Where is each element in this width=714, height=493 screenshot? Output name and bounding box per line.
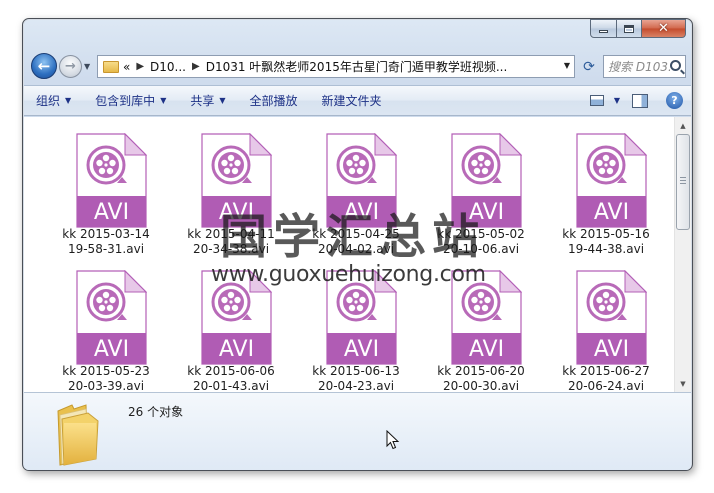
- forward-button[interactable]: →: [59, 55, 82, 78]
- file-name-line2: 19-44-38.avi: [567, 242, 645, 256]
- object-count: 26 个对象: [128, 405, 184, 419]
- help-icon[interactable]: ?: [666, 92, 683, 109]
- search-input[interactable]: 搜索 D103...: [608, 58, 670, 75]
- file-name-line1: kk 2015-06-13: [312, 364, 400, 378]
- vertical-scrollbar[interactable]: ▲ ▼: [674, 117, 691, 392]
- back-button[interactable]: ←: [31, 53, 57, 79]
- file-name-line1: kk 2015-06-06: [187, 364, 275, 378]
- folder-icon: [103, 60, 119, 73]
- file-name-line1: kk 2015-06-20: [437, 364, 525, 378]
- avi-badge-label: AVI: [94, 337, 129, 362]
- breadcrumb-separator-icon[interactable]: ▶: [192, 61, 200, 72]
- file-item[interactable]: AVI kk 2015-06-13 20-04-23.avi: [301, 270, 400, 400]
- file-name-line1: kk 2015-05-23: [62, 364, 150, 378]
- watermark-title: 国学汇总站: [220, 210, 485, 265]
- file-name-line2: 19-58-31.avi: [67, 242, 145, 256]
- file-name-line1: kk 2015-03-14: [62, 227, 150, 241]
- file-name: kk 2015-05-16 19-44-38.avi: [551, 227, 661, 257]
- command-5[interactable]: 新建文件夹: [310, 86, 394, 115]
- file-name: kk 2015-05-23 20-03-39.avi: [51, 364, 161, 394]
- minimize-icon: [599, 30, 608, 33]
- search-box[interactable]: 搜索 D103...: [603, 55, 686, 78]
- close-button[interactable]: ✕: [642, 19, 686, 38]
- file-name: kk 2015-06-06 20-01-43.avi: [176, 364, 286, 394]
- command-label: 全部播放: [249, 94, 298, 108]
- change-view-icon[interactable]: [589, 95, 604, 106]
- view-options-dropdown-icon[interactable]: ▼: [614, 96, 620, 105]
- breadcrumb-parent[interactable]: D10...: [150, 60, 186, 74]
- mouse-cursor-icon: [386, 430, 400, 450]
- file-name: kk 2015-06-27 20-06-24.avi: [551, 364, 661, 394]
- file-item[interactable]: AVI kk 2015-06-20 20-00-30.avi: [426, 270, 525, 400]
- file-name: kk 2015-03-14 19-58-31.avi: [51, 227, 161, 257]
- back-arrow-icon: ←: [37, 57, 51, 75]
- maximize-icon: [624, 24, 634, 33]
- avi-badge-label: AVI: [94, 200, 129, 225]
- avi-file-icon: AVI: [576, 270, 647, 365]
- caption-buttons: ✕: [590, 19, 686, 38]
- command-label: 共享: [190, 94, 215, 108]
- avi-file-icon: AVI: [576, 133, 647, 228]
- file-name-line1: kk 2015-05-16: [562, 227, 650, 241]
- dropdown-arrow-icon: ▼: [65, 96, 72, 105]
- navigation-row: ← → ▼ « ▶ D10... ▶ D1031 叶飘然老师2015年古星门奇门…: [31, 52, 686, 80]
- breadcrumb-separator-icon[interactable]: ▶: [136, 61, 144, 72]
- command-label: 新建文件夹: [321, 94, 382, 108]
- avi-file-icon: AVI: [76, 270, 147, 365]
- dropdown-arrow-icon: ▼: [219, 96, 226, 105]
- preview-pane-icon[interactable]: [632, 93, 648, 108]
- scrollbar-thumb[interactable]: [676, 134, 690, 230]
- avi-badge-label: AVI: [594, 200, 629, 225]
- file-name: kk 2015-06-20 20-00-30.avi: [426, 364, 536, 394]
- command-label: 组织: [36, 94, 61, 108]
- dropdown-arrow-icon: ▼: [160, 96, 167, 105]
- recent-locations-button[interactable]: ▼: [84, 62, 94, 72]
- command-3[interactable]: 共享 ▼: [178, 86, 237, 115]
- command-2[interactable]: 包含到库中 ▼: [83, 86, 178, 115]
- command-4[interactable]: 全部播放: [238, 86, 310, 115]
- file-item[interactable]: AVI kk 2015-06-06 20-01-43.avi: [176, 270, 275, 400]
- file-item[interactable]: AVI kk 2015-05-23 20-03-39.avi: [51, 270, 150, 400]
- refresh-button[interactable]: ⟳: [578, 55, 600, 78]
- address-dropdown-icon[interactable]: ▼: [564, 61, 570, 70]
- address-bar[interactable]: « ▶ D10... ▶ D1031 叶飘然老师2015年古星门奇门遁甲教学班视…: [97, 55, 575, 78]
- file-item[interactable]: AVI kk 2015-06-27 20-06-24.avi: [551, 270, 650, 400]
- command-bar-right: ▼ ?: [582, 86, 691, 115]
- breadcrumb-current[interactable]: D1031 叶飘然老师2015年古星门奇门遁甲教学班视频...: [206, 58, 508, 75]
- close-icon: ✕: [658, 21, 669, 36]
- avi-badge-label: AVI: [594, 337, 629, 362]
- forward-arrow-icon: →: [65, 59, 76, 74]
- details-pane: 26 个对象: [24, 392, 691, 470]
- command-1[interactable]: 组织 ▼: [24, 86, 83, 115]
- refresh-icon: ⟳: [583, 58, 595, 75]
- scroll-down-icon[interactable]: ▼: [675, 375, 691, 392]
- file-name: kk 2015-06-13 20-04-23.avi: [301, 364, 411, 394]
- folder-icon: [57, 404, 99, 466]
- avi-badge-label: AVI: [344, 337, 379, 362]
- search-icon[interactable]: [670, 60, 681, 71]
- file-item[interactable]: AVI kk 2015-03-14 19-58-31.avi: [51, 133, 150, 263]
- command-bar: 组织 ▼ 包含到库中 ▼ 共享 ▼ 全部播放 新建文件夹 ▼ ?: [24, 85, 691, 116]
- avi-badge-label: AVI: [219, 337, 254, 362]
- command-label: 包含到库中: [95, 94, 156, 108]
- maximize-button[interactable]: [617, 19, 642, 38]
- scroll-up-icon[interactable]: ▲: [675, 117, 691, 134]
- minimize-button[interactable]: [590, 19, 617, 38]
- file-item[interactable]: AVI kk 2015-05-16 19-44-38.avi: [551, 133, 650, 263]
- watermark-url: www.guoxuehuizong.com: [211, 262, 486, 287]
- file-name-line1: kk 2015-06-27: [562, 364, 650, 378]
- avi-badge-label: AVI: [469, 337, 504, 362]
- avi-file-icon: AVI: [76, 133, 147, 228]
- address-overflow-chevron[interactable]: «: [123, 60, 130, 74]
